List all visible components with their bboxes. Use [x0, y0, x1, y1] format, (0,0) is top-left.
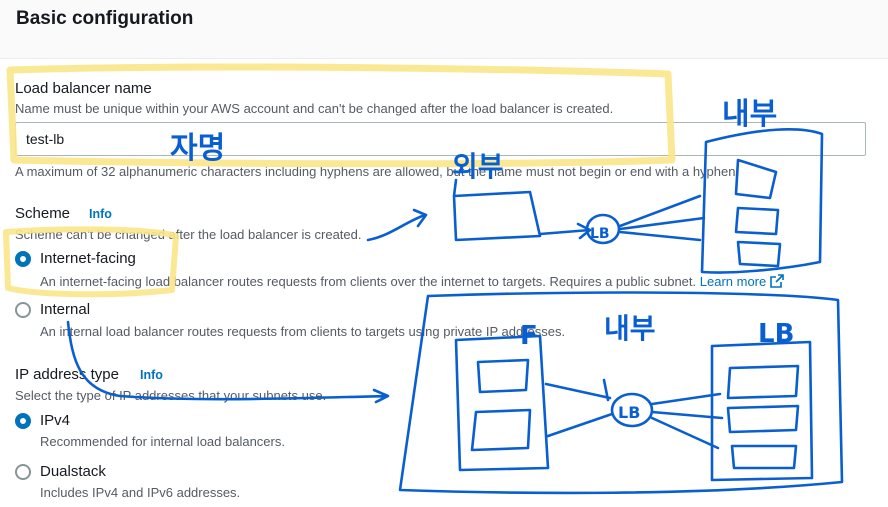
learn-more-link[interactable]: Learn more [700, 274, 766, 289]
note-lb-top: LB [590, 226, 610, 242]
lb-name-label: Load balancer name [15, 80, 152, 97]
scheme-description: Scheme can't be changed after the load b… [15, 227, 362, 242]
client-box [452, 178, 542, 242]
scheme-internet-facing-radio[interactable] [15, 251, 31, 267]
internet-facing-desc-text: An internet-facing load balancer routes … [40, 274, 697, 289]
targets-bottom [726, 364, 800, 470]
lb-circle-bottom [610, 392, 654, 428]
arrows-lb-targets-top [618, 194, 706, 242]
outer-box-bottom [398, 291, 844, 495]
arrow-to-client [366, 208, 428, 242]
arrows-to-lb-bottom [544, 378, 614, 438]
section-title: Basic configuration [16, 8, 194, 29]
section-header: Basic configuration [0, 0, 888, 59]
scheme-internal-label[interactable]: Internal [40, 301, 90, 318]
ip-type-dualstack-description: Includes IPv4 and IPv6 addresses. [40, 485, 241, 500]
scheme-label: Scheme [15, 205, 71, 222]
arrows-lb-targets-bottom [650, 392, 724, 450]
ip-type-info-link[interactable]: Info [140, 368, 163, 382]
note-internal-bottom: 내부 [604, 312, 656, 345]
inner-box-left [454, 334, 550, 472]
lb-name-value: test-lb [26, 131, 65, 147]
ip-type-description: Select the type of IP addresses that you… [15, 388, 327, 403]
ip-type-ipv4-label[interactable]: IPv4 [40, 412, 70, 429]
scheme-internal-description: An internal load balancer routes request… [40, 324, 566, 339]
note-lb-mark: LB [758, 319, 794, 349]
scheme-internal-radio[interactable] [15, 302, 31, 318]
clients-bottom [470, 358, 532, 452]
lb-circle-top [585, 213, 621, 245]
ip-type-ipv4-radio[interactable] [15, 413, 31, 429]
scheme-internet-facing-label[interactable]: Internet-facing [40, 250, 136, 267]
scheme-internet-facing-description: An internet-facing load balancer routes … [40, 274, 785, 289]
inner-box-right [710, 340, 814, 482]
ip-type-dualstack-label[interactable]: Dualstack [40, 463, 106, 480]
arrow-client-lb [538, 222, 592, 240]
external-link-icon[interactable] [770, 274, 785, 288]
scheme-info-link[interactable]: Info [89, 207, 112, 221]
targets-top [734, 158, 782, 268]
ip-type-dualstack-radio[interactable] [15, 464, 31, 480]
lb-name-constraint: A maximum of 32 alphanumeric characters … [15, 164, 740, 179]
lb-name-description: Name must be unique within your AWS acco… [15, 101, 614, 116]
ip-type-ipv4-description: Recommended for internal load balancers. [40, 434, 285, 449]
note-lb-bottom: LB [618, 403, 640, 422]
ip-type-label: IP address type [15, 366, 119, 383]
lb-name-input[interactable]: test-lb [15, 122, 866, 156]
